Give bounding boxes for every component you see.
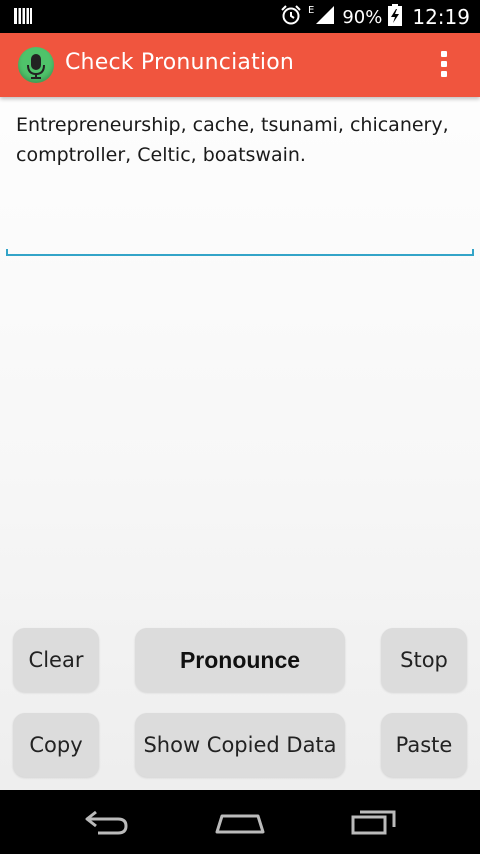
back-icon[interactable] — [84, 808, 130, 840]
page-title: Check Pronunciation — [65, 50, 295, 75]
alarm-icon — [280, 4, 302, 30]
recent-apps-icon[interactable] — [350, 808, 398, 840]
copy-button[interactable]: Copy — [13, 713, 99, 777]
word-input-text[interactable]: Entrepreneurship, cache, tsunami, chican… — [16, 110, 474, 170]
word-input-field[interactable]: Entrepreneurship, cache, tsunami, chican… — [6, 100, 474, 256]
paste-button[interactable]: Paste — [381, 713, 467, 777]
home-icon[interactable] — [214, 808, 266, 840]
show-copied-data-button[interactable]: Show Copied Data — [135, 713, 345, 777]
stop-button[interactable]: Stop — [381, 628, 467, 692]
pronounce-button[interactable]: Pronounce — [135, 628, 345, 692]
status-bar: E 90% 12:19 — [0, 0, 480, 33]
notification-icon — [14, 7, 32, 29]
overflow-menu-icon[interactable] — [440, 51, 448, 81]
navigation-bar — [0, 790, 480, 854]
microphone-icon[interactable] — [18, 47, 54, 83]
network-type-label: E — [308, 4, 315, 16]
input-underline — [6, 249, 474, 256]
battery-charging-icon — [388, 4, 403, 30]
battery-percent: 90% — [342, 6, 383, 28]
clock-time: 12:19 — [412, 5, 470, 29]
signal-icon — [314, 4, 336, 30]
clear-button[interactable]: Clear — [13, 628, 99, 692]
app-bar: Check Pronunciation — [0, 33, 480, 97]
